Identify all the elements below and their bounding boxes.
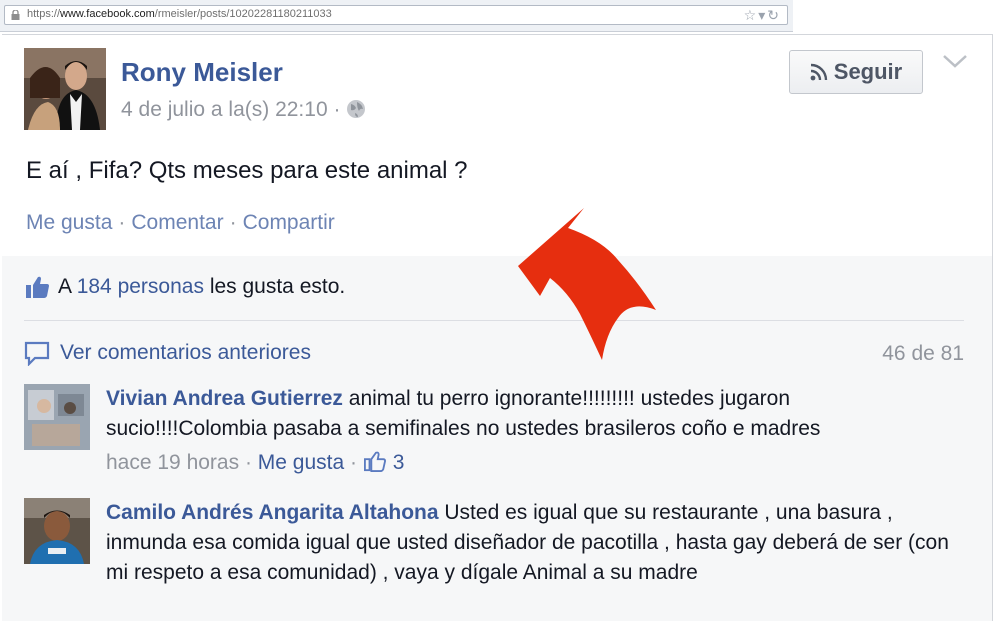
meta-separator: · <box>350 451 358 474</box>
post-timestamp[interactable]: 4 de julio a la(s) 22:10 <box>121 98 328 121</box>
view-previous-label: Ver comentarios anteriores <box>60 341 311 364</box>
likes-suffix: les gusta esto. <box>209 275 346 298</box>
view-previous-comments[interactable]: Ver comentarios anteriores <box>24 340 311 366</box>
share-link[interactable]: Compartir <box>243 211 335 234</box>
browser-url-bar: https://www.facebook.com/rmeisler/posts/… <box>0 0 793 32</box>
commenter-avatar[interactable] <box>24 384 90 450</box>
follow-button[interactable]: Seguir <box>789 50 923 94</box>
comment-bubble-icon <box>24 341 50 366</box>
feedback-section: A 184 personas les gusta esto. Ver comen… <box>2 256 993 621</box>
comment-meta: hace 19 horas · Me gusta · 3 <box>106 448 956 478</box>
author-name[interactable]: Rony Meisler <box>121 57 283 88</box>
thumbs-up-icon <box>363 451 386 472</box>
comment-count: 46 de 81 <box>882 342 964 365</box>
reload-icon[interactable]: ↻ <box>767 7 781 23</box>
post-meta: 4 de julio a la(s) 22:10 · <box>121 98 366 122</box>
author-avatar[interactable] <box>24 48 106 130</box>
comment-body: Vivian Andrea Gutierrez animal tu perro … <box>106 384 956 478</box>
commenter-avatar[interactable] <box>24 498 90 564</box>
meta-separator: · <box>244 451 252 474</box>
url-actions: ☆▾↻ <box>744 7 781 24</box>
comment-body: Camilo Andrés Angarita Altahona Usted es… <box>106 498 956 588</box>
likes-count-link[interactable]: 184 personas <box>77 275 204 298</box>
commenter-name[interactable]: Vivian Andrea Gutierrez <box>106 387 343 410</box>
url-text: https://www.facebook.com/rmeisler/posts/… <box>27 8 332 20</box>
lock-icon <box>11 10 20 20</box>
globe-icon <box>347 100 366 118</box>
commenter-name[interactable]: Camilo Andrés Angarita Altahona <box>106 501 439 524</box>
address-field[interactable]: https://www.facebook.com/rmeisler/posts/… <box>4 5 788 25</box>
meta-separator: · <box>333 98 341 121</box>
comment-like-count[interactable]: 3 <box>393 451 405 474</box>
comment-time[interactable]: hace 19 horas <box>106 451 239 474</box>
divider <box>24 320 964 321</box>
dropdown-arrow-icon[interactable]: ▾ <box>758 7 767 23</box>
action-separator: · <box>229 211 237 234</box>
action-separator: · <box>118 211 126 234</box>
comment-link[interactable]: Comentar <box>131 211 223 234</box>
likes-summary: A 184 personas les gusta esto. <box>24 274 345 300</box>
post-text: E aí , Fifa? Qts meses para este animal … <box>26 157 468 184</box>
follow-label: Seguir <box>833 59 903 84</box>
rss-icon <box>810 63 827 81</box>
chevron-down-icon[interactable] <box>942 53 968 69</box>
post-actions: Me gusta · Comentar · Compartir <box>26 211 335 235</box>
red-arrow-annotation <box>518 208 656 360</box>
thumbs-up-icon <box>26 276 49 298</box>
like-link[interactable]: Me gusta <box>26 211 112 234</box>
comment-like-link[interactable]: Me gusta <box>258 451 344 474</box>
post-card: Rony Meisler 4 de julio a la(s) 22:10 · … <box>2 34 993 257</box>
bookmark-star-icon[interactable]: ☆ <box>744 7 759 23</box>
likes-prefix: A <box>58 275 71 298</box>
